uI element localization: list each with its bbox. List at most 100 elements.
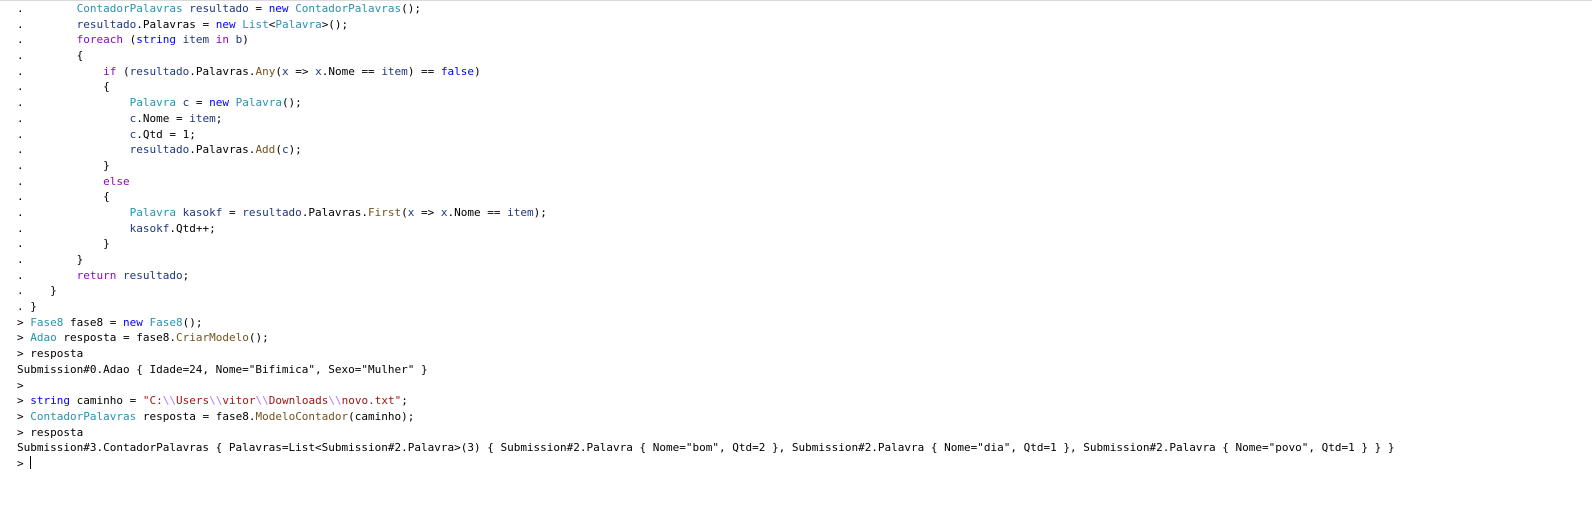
console-code-line: . c.Nome = item; (17, 111, 1577, 127)
code-token: List (242, 17, 269, 31)
code-token: > (17, 425, 31, 439)
code-token: resultado (189, 2, 249, 15)
code-token: } (23, 158, 110, 172)
code-token: > (17, 456, 31, 470)
console-code-line: . { (17, 189, 1577, 205)
console-input-line: > resposta (17, 346, 1577, 362)
code-token: . (17, 205, 24, 219)
code-token: . (17, 143, 24, 157)
code-token: Downloads (268, 394, 329, 408)
code-token: CriarModelo (175, 331, 249, 345)
code-token: ) == (407, 64, 441, 78)
code-token: return (76, 268, 117, 282)
code-token: Palavra (235, 96, 282, 110)
code-token: ( (275, 64, 282, 78)
code-token: string (136, 33, 176, 47)
code-token: = (122, 394, 143, 408)
code-token: false (440, 64, 475, 78)
code-token: else (103, 174, 130, 188)
code-token: caminho (76, 394, 123, 408)
code-token: (); (248, 331, 269, 345)
console-code-line: . ContadorPalavras resultado = new Conta… (17, 1, 1577, 17)
console-input-line: > Adao resposta = fase8.CriarModelo(); (17, 330, 1577, 346)
code-token: Palavra (129, 205, 176, 219)
code-token: c (281, 143, 289, 157)
code-token: > (17, 394, 31, 408)
console-code-line: . } (17, 252, 1577, 268)
code-token: .Nome == (447, 205, 508, 219)
code-token: resultado (129, 64, 190, 78)
console-code-line: . Palavra kasokf = resultado.Palavras.Fi… (17, 205, 1577, 221)
code-token: ( (122, 33, 137, 47)
code-token: new (215, 17, 236, 31)
code-token: new (268, 2, 289, 15)
code-token: \\ (255, 394, 269, 408)
code-token: .Nome = (136, 111, 190, 125)
code-token: item (189, 111, 216, 125)
code-token: in (215, 33, 229, 47)
code-token: ModeloContador (255, 409, 349, 423)
console-input-line: > ContadorPalavras resposta = fase8.Mode… (17, 409, 1577, 425)
code-token: > (17, 331, 31, 345)
code-token: resposta (30, 347, 84, 361)
console-code-line: . kasokf.Qtd++; (17, 221, 1577, 237)
console-code-line: . } (17, 299, 1577, 315)
code-token: Users (175, 394, 210, 408)
code-token: (); (182, 315, 203, 329)
code-token: foreach (76, 33, 123, 47)
code-token: . (17, 253, 24, 266)
console-code-line: . { (17, 48, 1577, 64)
console-code-line: . } (17, 236, 1577, 252)
code-token: = (103, 315, 123, 329)
code-token: . (17, 96, 24, 110)
interactive-console[interactable]: . ContadorPalavras resultado = new Conta… (17, 1, 1577, 472)
code-token: string (30, 394, 70, 408)
code-token: } (23, 253, 84, 266)
code-token: fase8 (215, 409, 249, 423)
code-token: ; (401, 394, 408, 408)
code-token: . (169, 331, 176, 345)
console-output-line: Submission#3.ContadorPalavras { Palavras… (17, 440, 1577, 456)
code-token: . (17, 111, 24, 125)
code-token: ContadorPalavras (76, 2, 183, 15)
code-token: ( (275, 143, 282, 157)
code-token: = (116, 331, 137, 345)
code-token: > (17, 378, 24, 392)
code-token: } (23, 284, 57, 298)
code-token: Any (255, 64, 276, 78)
code-token: \\ (162, 394, 176, 408)
code-token: kasokf (129, 221, 170, 235)
code-token: . (17, 49, 24, 63)
code-token: { (23, 49, 84, 63)
code-token: (); (281, 96, 302, 110)
code-token: . (17, 221, 24, 235)
code-token: . (17, 237, 24, 251)
code-token: First (368, 205, 402, 219)
console-code-line: . c.Qtd = 1; (17, 127, 1577, 143)
code-token: fase8 (70, 315, 104, 329)
code-token: . (17, 174, 24, 188)
code-token: ) (474, 64, 481, 78)
code-token: .Palavras = (136, 17, 216, 31)
console-prompt-line[interactable]: > (17, 455, 1577, 472)
code-token: { (23, 190, 110, 204)
code-token: . (17, 64, 24, 78)
text-caret (30, 455, 32, 469)
code-token: ContadorPalavras (295, 2, 402, 15)
code-token: (); (401, 2, 422, 15)
console-code-line: . return resultado; (17, 268, 1577, 284)
code-token: Palavra (275, 17, 322, 31)
code-token: resposta (63, 331, 117, 345)
code-token: . (17, 2, 24, 15)
code-token: item (182, 33, 210, 47)
code-token: . (17, 33, 24, 47)
